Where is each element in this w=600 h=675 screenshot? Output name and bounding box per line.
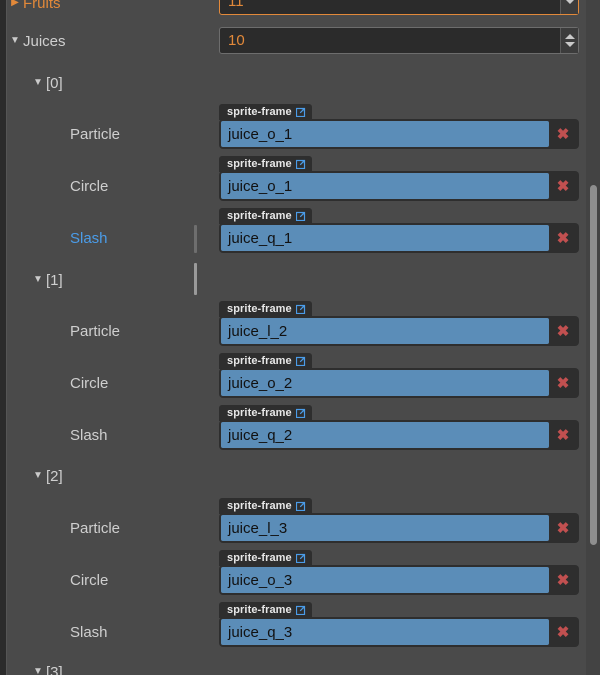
drag-guide-tick xyxy=(194,225,197,253)
chevron-down-icon[interactable]: ▼ xyxy=(30,667,46,675)
asset-type-badge: sprite-frame xyxy=(219,208,312,224)
field-label: Circle xyxy=(70,374,109,392)
property-label-juices: Juices xyxy=(23,32,66,50)
asset-type-badge-text: sprite-frame xyxy=(227,355,292,367)
asset-value[interactable]: juice_q_3 xyxy=(221,619,549,645)
external-link-icon[interactable] xyxy=(295,605,306,615)
clear-asset-button[interactable]: ✖ xyxy=(549,515,577,541)
fruits-dropdown-chevron[interactable] xyxy=(560,0,578,14)
fruits-count-value[interactable]: 11 xyxy=(220,0,560,10)
asset-value[interactable]: juice_o_1 xyxy=(221,173,549,199)
array-element-header-1[interactable]: ▼ [1] xyxy=(30,267,600,293)
external-link-icon[interactable] xyxy=(295,553,306,563)
chevron-down-icon[interactable]: ▼ xyxy=(30,275,46,285)
clear-asset-button[interactable]: ✖ xyxy=(549,225,577,251)
clear-asset-button[interactable]: ✖ xyxy=(549,619,577,645)
asset-field-2-slash[interactable]: juice_q_3 ✖ xyxy=(219,617,579,647)
external-link-icon[interactable] xyxy=(295,501,306,511)
asset-field-0-circle[interactable]: juice_o_1 ✖ xyxy=(219,171,579,201)
asset-type-badge-text: sprite-frame xyxy=(227,106,292,118)
chevron-right-icon[interactable]: ▶ xyxy=(7,0,23,8)
asset-type-badge: sprite-frame xyxy=(219,602,312,618)
asset-type-badge-text: sprite-frame xyxy=(227,552,292,564)
clear-asset-button[interactable]: ✖ xyxy=(549,370,577,396)
asset-field-1-slash[interactable]: juice_q_2 ✖ xyxy=(219,420,579,450)
field-label: Particle xyxy=(70,519,121,537)
asset-type-badge: sprite-frame xyxy=(219,353,312,369)
juices-count-value[interactable]: 10 xyxy=(220,32,560,49)
asset-value[interactable]: juice_l_2 xyxy=(221,318,549,344)
inspector-panel: ▶ Fruits 11 ▼ Juices 10 ▼ [0] Particle s… xyxy=(0,0,600,675)
asset-value[interactable]: juice_o_1 xyxy=(221,121,549,147)
array-index-label-2: [2] xyxy=(46,467,63,485)
asset-type-badge-text: sprite-frame xyxy=(227,303,292,315)
array-index-label-0: [0] xyxy=(46,74,63,92)
array-index-label-3: [3] xyxy=(46,663,63,675)
asset-value[interactable]: juice_q_1 xyxy=(221,225,549,251)
asset-type-badge: sprite-frame xyxy=(219,104,312,120)
asset-field-1-particle[interactable]: juice_l_2 ✖ xyxy=(219,316,579,346)
asset-type-badge: sprite-frame xyxy=(219,498,312,514)
asset-field-1-circle[interactable]: juice_o_2 ✖ xyxy=(219,368,579,398)
scrollbar-thumb[interactable] xyxy=(590,185,597,545)
drag-guide-tick xyxy=(194,263,197,295)
chevron-down-icon xyxy=(564,0,575,4)
external-link-icon[interactable] xyxy=(295,356,306,366)
asset-field-2-particle[interactable]: juice_l_3 ✖ xyxy=(219,513,579,543)
fruits-count-dropdown[interactable]: 11 xyxy=(219,0,579,15)
field-label: Particle xyxy=(70,125,121,143)
clear-asset-button[interactable]: ✖ xyxy=(549,567,577,593)
juices-count-spinner[interactable] xyxy=(560,28,578,53)
field-label: Circle xyxy=(70,177,109,195)
asset-type-badge: sprite-frame xyxy=(219,156,312,172)
field-label: Slash xyxy=(70,229,108,247)
asset-value[interactable]: juice_o_2 xyxy=(221,370,549,396)
scrollbar-track[interactable] xyxy=(586,0,600,675)
asset-value[interactable]: juice_o_3 xyxy=(221,567,549,593)
panel-left-gutter xyxy=(0,0,7,675)
asset-type-badge: sprite-frame xyxy=(219,405,312,421)
clear-asset-button[interactable]: ✖ xyxy=(549,318,577,344)
asset-value[interactable]: juice_l_3 xyxy=(221,515,549,541)
external-link-icon[interactable] xyxy=(295,304,306,314)
asset-type-badge: sprite-frame xyxy=(219,550,312,566)
array-element-header-2[interactable]: ▼ [2] xyxy=(30,463,600,489)
field-label: Circle xyxy=(70,571,109,589)
arrow-down-icon[interactable] xyxy=(564,42,575,47)
juices-count-stepper[interactable]: 10 xyxy=(219,27,579,54)
external-link-icon[interactable] xyxy=(295,159,306,169)
asset-type-badge-text: sprite-frame xyxy=(227,500,292,512)
asset-type-badge: sprite-frame xyxy=(219,301,312,317)
asset-type-badge-text: sprite-frame xyxy=(227,158,292,170)
field-label: Particle xyxy=(70,322,121,340)
property-label-fruits: Fruits xyxy=(23,0,61,12)
clear-asset-button[interactable]: ✖ xyxy=(549,121,577,147)
chevron-down-icon[interactable]: ▼ xyxy=(7,36,23,46)
field-label: Slash xyxy=(70,426,108,444)
chevron-down-icon[interactable]: ▼ xyxy=(30,78,46,88)
asset-value[interactable]: juice_q_2 xyxy=(221,422,549,448)
array-element-header-0[interactable]: ▼ [0] xyxy=(30,70,600,96)
asset-type-badge-text: sprite-frame xyxy=(227,210,292,222)
asset-field-2-circle[interactable]: juice_o_3 ✖ xyxy=(219,565,579,595)
asset-field-0-slash[interactable]: juice_q_1 ✖ xyxy=(219,223,579,253)
external-link-icon[interactable] xyxy=(295,408,306,418)
array-element-header-3[interactable]: ▼ [3] xyxy=(30,659,600,675)
arrow-up-icon[interactable] xyxy=(564,34,575,39)
field-label: Slash xyxy=(70,623,108,641)
external-link-icon[interactable] xyxy=(295,211,306,221)
clear-asset-button[interactable]: ✖ xyxy=(549,422,577,448)
array-index-label-1: [1] xyxy=(46,271,63,289)
asset-type-badge-text: sprite-frame xyxy=(227,604,292,616)
external-link-icon[interactable] xyxy=(295,107,306,117)
chevron-down-icon[interactable]: ▼ xyxy=(30,471,46,481)
asset-type-badge-text: sprite-frame xyxy=(227,407,292,419)
clear-asset-button[interactable]: ✖ xyxy=(549,173,577,199)
asset-field-0-particle[interactable]: juice_o_1 ✖ xyxy=(219,119,579,149)
